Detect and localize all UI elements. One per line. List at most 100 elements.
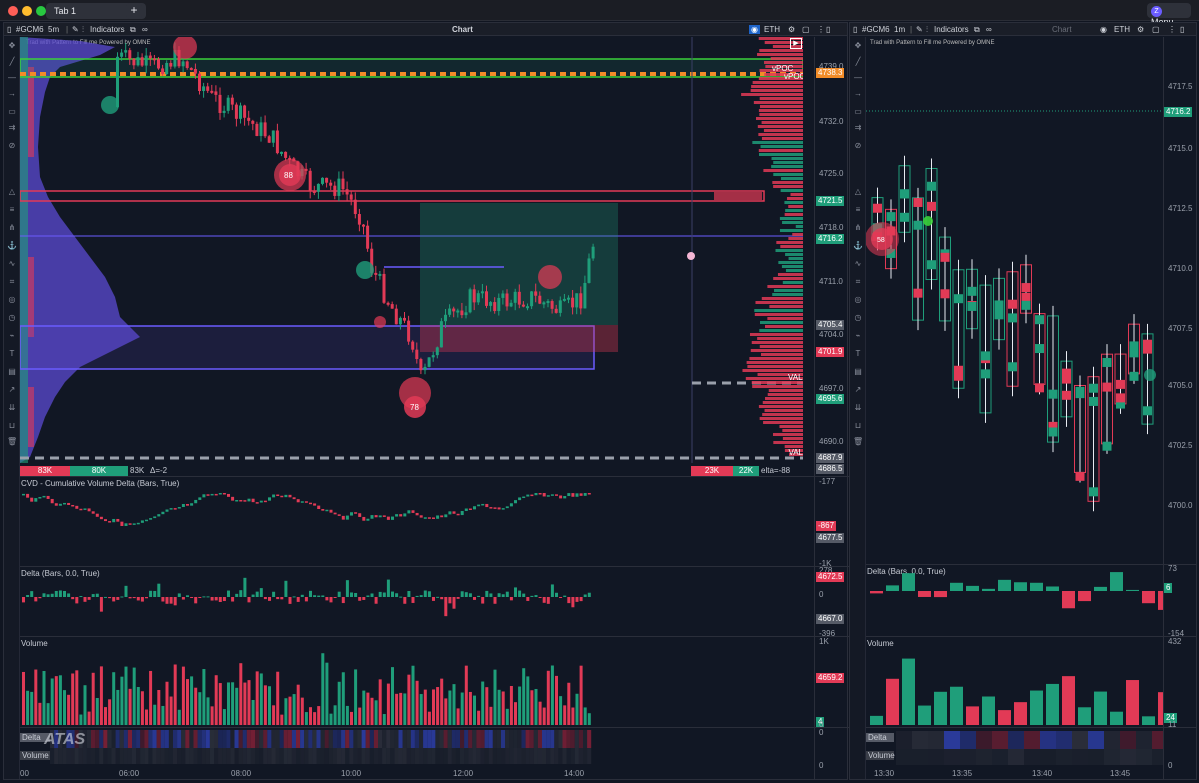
volume-tool-icon[interactable]: ▤ xyxy=(7,367,17,376)
more-icon[interactable]: ⋮ xyxy=(1168,25,1176,34)
gear-icon[interactable]: ⚙ xyxy=(1137,25,1144,34)
heatmap-cell xyxy=(353,748,358,764)
volume-tool-icon[interactable]: ▤ xyxy=(853,367,863,376)
hline-icon[interactable]: — xyxy=(853,73,863,82)
pencil-icon[interactable]: ✎ xyxy=(916,25,923,34)
anchor-icon[interactable]: ⚓ xyxy=(7,241,17,250)
fib-icon[interactable]: ≡ xyxy=(7,205,17,214)
template-icon[interactable]: ⧉ xyxy=(130,25,136,35)
text-icon[interactable]: T xyxy=(7,349,17,358)
arrow-tool-icon[interactable]: ↗ xyxy=(7,385,17,394)
rectangle-icon[interactable]: ▭ xyxy=(853,107,863,116)
indicators-button[interactable]: Indicators xyxy=(934,25,969,34)
target-icon[interactable]: ◎ xyxy=(7,295,17,304)
forecast-icon[interactable]: ⌁ xyxy=(7,331,17,340)
pane-divider[interactable] xyxy=(20,727,849,728)
right-price-chart[interactable]: 58 xyxy=(866,49,1164,563)
position-stop-zone[interactable] xyxy=(420,325,618,352)
delta-bar xyxy=(350,592,353,597)
pane-divider[interactable] xyxy=(20,566,849,567)
rectangle-icon[interactable]: ▭ xyxy=(7,107,17,116)
session-label[interactable]: ETH xyxy=(1114,25,1130,34)
forecast-icon[interactable]: ⌁ xyxy=(853,331,863,340)
layout-icon[interactable]: ▢ xyxy=(1152,25,1160,34)
left-timeframe[interactable]: 5m xyxy=(48,25,59,34)
crosshair-icon[interactable]: ✥ xyxy=(853,41,863,50)
pane-divider[interactable] xyxy=(866,636,1197,637)
magnet-icon[interactable]: ⊔ xyxy=(7,421,17,430)
camera-icon[interactable]: ◉ xyxy=(749,25,760,34)
panel-handle-icon[interactable]: ▯ xyxy=(853,25,857,34)
more-icon[interactable]: ⋮ xyxy=(817,25,825,34)
triangle-icon[interactable]: △ xyxy=(853,187,863,196)
cvd-bar xyxy=(26,493,30,498)
anchor-icon[interactable]: ⚓ xyxy=(853,241,863,250)
heatmap-cell xyxy=(54,748,59,764)
hline-icon[interactable]: — xyxy=(7,73,17,82)
ray-icon[interactable]: → xyxy=(853,89,863,98)
link-icon[interactable]: ∞ xyxy=(986,25,992,34)
curve-icon[interactable]: ∿ xyxy=(853,259,863,268)
link-icon[interactable]: ∞ xyxy=(142,25,148,34)
indicators-icon[interactable]: ⫶ xyxy=(926,25,928,35)
panel-close-icon[interactable]: ▯ xyxy=(826,25,830,34)
heatmap-cell xyxy=(312,730,317,748)
new-tab-button[interactable]: + xyxy=(126,3,142,19)
layout-icon[interactable]: ▢ xyxy=(802,25,810,34)
minimize-window-icon[interactable] xyxy=(22,6,32,16)
trash-icon[interactable]: 🗑 xyxy=(853,437,863,446)
measure-icon[interactable]: ⌗ xyxy=(853,277,863,286)
session-label[interactable]: ETH xyxy=(764,25,780,34)
pencil-icon[interactable]: ✎ xyxy=(72,25,79,34)
indicators-button[interactable]: Indicators xyxy=(90,25,125,34)
sort-icon[interactable]: ⇊ xyxy=(853,403,863,412)
ray-icon[interactable]: → xyxy=(7,89,17,98)
right-symbol[interactable]: #GCM6 xyxy=(862,25,890,34)
panel-handle-icon[interactable]: ▯ xyxy=(7,25,11,34)
arrow-tool-icon[interactable]: ↗ xyxy=(853,385,863,394)
pane-divider[interactable] xyxy=(866,727,1197,728)
sort-icon[interactable]: ⇊ xyxy=(7,403,17,412)
left-symbol[interactable]: #GCM6 xyxy=(16,25,44,34)
ruler-icon[interactable]: ⊘ xyxy=(7,141,17,150)
channel-icon[interactable]: ⇉ xyxy=(7,123,17,132)
cvd-bar xyxy=(427,517,431,519)
volume-bar xyxy=(136,687,140,725)
resistance-zone-box[interactable] xyxy=(20,190,765,202)
camera-icon[interactable]: ◉ xyxy=(1100,25,1107,34)
right-timeframe[interactable]: 1m xyxy=(894,25,905,34)
footprint-cell xyxy=(967,301,977,311)
measure-icon[interactable]: ⌗ xyxy=(7,277,17,286)
pitchfork-icon[interactable]: ⋔ xyxy=(7,223,17,232)
scroll-end-icon[interactable]: ▶ xyxy=(790,38,802,49)
template-icon[interactable]: ⧉ xyxy=(974,25,980,35)
menu-button[interactable]: ZMenu xyxy=(1147,3,1191,27)
volume-bar xyxy=(563,705,567,725)
close-window-icon[interactable] xyxy=(8,6,18,16)
clock-icon[interactable]: ◷ xyxy=(853,313,863,322)
gear-icon[interactable]: ⚙ xyxy=(788,25,795,34)
pane-divider[interactable] xyxy=(20,636,849,637)
text-icon[interactable]: T xyxy=(853,349,863,358)
pitchfork-icon[interactable]: ⋔ xyxy=(853,223,863,232)
trash-icon[interactable]: 🗑 xyxy=(7,437,17,446)
line-tool-icon[interactable]: ╱ xyxy=(7,57,17,66)
line-tool-icon[interactable]: ╱ xyxy=(853,57,863,66)
zoom-window-icon[interactable] xyxy=(36,6,46,16)
volume-bar xyxy=(190,676,194,725)
channel-icon[interactable]: ⇉ xyxy=(853,123,863,132)
left-price-chart[interactable]: 88 78 vPOC vPOC VAL VAL xyxy=(20,37,803,463)
heatmap-cell xyxy=(193,730,198,748)
ruler-icon[interactable]: ⊘ xyxy=(853,141,863,150)
crosshair-icon[interactable]: ✥ xyxy=(7,41,17,50)
pane-divider[interactable] xyxy=(20,476,849,477)
magnet-icon[interactable]: ⊔ xyxy=(853,421,863,430)
panel-close-icon[interactable]: ▯ xyxy=(1180,25,1184,34)
target-icon[interactable]: ◎ xyxy=(853,295,863,304)
clock-icon[interactable]: ◷ xyxy=(7,313,17,322)
indicators-icon[interactable]: ⫶ xyxy=(82,25,84,35)
curve-icon[interactable]: ∿ xyxy=(7,259,17,268)
triangle-icon[interactable]: △ xyxy=(7,187,17,196)
pane-divider[interactable] xyxy=(866,564,1197,565)
fib-icon[interactable]: ≡ xyxy=(853,205,863,214)
